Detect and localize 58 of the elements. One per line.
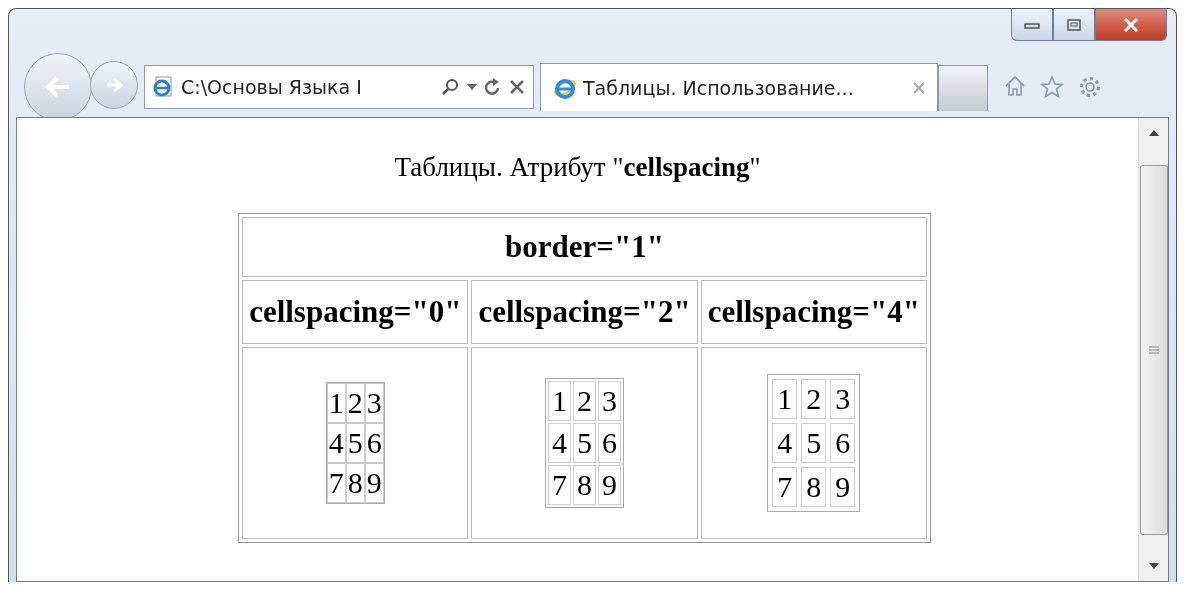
close-icon[interactable] [509, 79, 525, 95]
page-icon [153, 76, 173, 98]
table-caption-cell: border="1" [242, 217, 927, 277]
new-tab-button[interactable] [938, 65, 988, 111]
forward-button[interactable] [90, 61, 138, 109]
browser-tab[interactable]: Таблицы. Использование... [540, 63, 938, 111]
table-cell: 6 [364, 423, 384, 463]
table-cell: 6 [598, 423, 621, 463]
home-icon[interactable] [1004, 75, 1026, 97]
table-cell: 8 [573, 465, 596, 505]
settings-icon[interactable] [1078, 75, 1102, 99]
vertical-scrollbar[interactable] [1138, 118, 1168, 581]
table-cell: 3 [830, 379, 856, 419]
left-arrow-icon [45, 76, 71, 98]
table-cell: 3 [598, 381, 621, 421]
maximize-button[interactable] [1053, 9, 1095, 41]
table-header-cell: cellspacing="2" [471, 280, 698, 344]
table-cell: 4 [548, 423, 571, 463]
scroll-up-icon[interactable] [1148, 130, 1159, 136]
close-button[interactable] [1095, 9, 1167, 41]
search-icon[interactable] [441, 78, 459, 96]
table-cell: 5 [801, 423, 827, 463]
minimize-icon [1024, 20, 1040, 29]
table-cell: 2 [345, 383, 365, 423]
page-heading: Таблицы. Атрибут "cellspacing" [394, 152, 761, 183]
table-cell: 7 [772, 467, 798, 507]
table-cell: 8 [345, 463, 365, 503]
scroll-down-icon[interactable] [1148, 563, 1159, 569]
address-bar[interactable]: C:\Основы Языка I [144, 65, 534, 109]
table-cell: 9 [830, 467, 856, 507]
table-header-cell: cellspacing="0" [242, 280, 469, 344]
right-arrow-icon [105, 77, 123, 93]
table-cell: 7 [548, 465, 571, 505]
maximize-icon [1067, 18, 1081, 31]
address-text: C:\Основы Языка I [181, 76, 363, 98]
close-icon [1123, 17, 1139, 32]
table-cell: 7 [326, 463, 346, 503]
dropdown-caret-icon[interactable] [467, 84, 477, 90]
table-cell: 2 [801, 379, 827, 419]
table-cell: 4 [772, 423, 798, 463]
scrollbar-thumb[interactable] [1139, 164, 1168, 535]
table-cell: 1 [326, 383, 346, 423]
minimize-button[interactable] [1011, 9, 1053, 41]
refresh-icon[interactable] [485, 78, 501, 96]
table-cell: 5 [573, 423, 596, 463]
star-icon[interactable] [1040, 75, 1064, 99]
table-cell: 1 [772, 379, 798, 419]
table-cell: 4 [326, 423, 346, 463]
table-cell: 9 [598, 465, 621, 505]
table-cell: 6 [830, 423, 856, 463]
table-cell: 1 [548, 381, 571, 421]
table-cell: 3 [364, 383, 384, 423]
table-cell: 5 [345, 423, 365, 463]
table-header-cell: cellspacing="4" [700, 280, 927, 344]
table-cell: 9 [364, 463, 384, 503]
tab-close-icon[interactable] [913, 81, 925, 94]
table-cell: 2 [573, 381, 596, 421]
table-cell: 8 [801, 467, 827, 507]
